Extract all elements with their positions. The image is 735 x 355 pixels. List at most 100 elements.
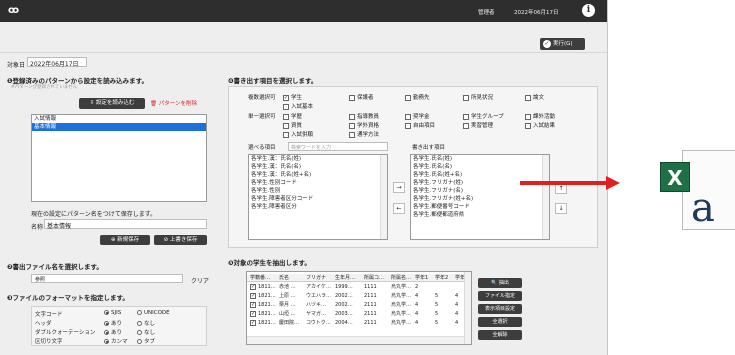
multi-select-label: 複数選択可 bbox=[248, 95, 276, 101]
horizontal-scrollbar[interactable] bbox=[247, 336, 465, 344]
move-down-button[interactable]: ↓ bbox=[555, 203, 567, 214]
radio-comma[interactable]: カンマ bbox=[104, 337, 128, 345]
file-specify-button[interactable]: ファイル指定 bbox=[478, 291, 522, 301]
search-input[interactable]: 検索ワードを入力 bbox=[288, 142, 388, 151]
list-item[interactable]: 各学生.氏名(名) bbox=[411, 163, 549, 171]
file-letter: a bbox=[691, 185, 715, 231]
checkbox-free-items[interactable]: 自由項目 bbox=[405, 121, 435, 129]
section2-title: ❷書出ファイル名を選択します。 bbox=[7, 263, 103, 271]
checkbox-thesis[interactable]: 論文 bbox=[525, 93, 544, 101]
checkbox-guardian[interactable]: 保護者 bbox=[349, 93, 374, 101]
table-row[interactable]: ✓ 1821… 栗月 … ハヅキ… 2002… 2111 烏丸学… 4 5 4 bbox=[247, 301, 471, 309]
section5-title: ❺対象の学生を抽出します。 bbox=[228, 259, 311, 267]
checkbox-admission-basic[interactable]: 入試基本 bbox=[283, 102, 313, 110]
deselect-all-button[interactable]: 全解除 bbox=[478, 330, 522, 340]
table-row[interactable]: ✓ 1811… 赤池 … アカイケ… 1999… 1111 烏丸学… 2 bbox=[247, 283, 471, 291]
format-label: 文字コード bbox=[35, 312, 63, 318]
list-item[interactable]: 各学生.性別 bbox=[249, 187, 387, 195]
target-date-label: 対象日 bbox=[7, 62, 26, 69]
section3-title: ❸ファイルのフォーマットを指定します。 bbox=[7, 294, 129, 302]
radio-header-yes[interactable]: あり bbox=[104, 319, 122, 327]
checkbox-advisor[interactable]: 指導教員 bbox=[349, 112, 379, 120]
clear-button[interactable]: クリア bbox=[191, 276, 209, 285]
list-item[interactable]: 各学生.漢：氏名(姓+名) bbox=[249, 171, 387, 179]
checkbox-student[interactable]: ✓ 学生 bbox=[283, 93, 302, 101]
format-label: 区切り文字 bbox=[35, 339, 63, 345]
checkbox-education[interactable]: 学歴 bbox=[283, 112, 302, 120]
export-items-panel: 複数選択可 ✓ 学生 保護者 勤務先 所見状況 論文 入試基本 単一選択可 学歴 … bbox=[228, 86, 598, 248]
extract-button[interactable]: 🔍 抽出 bbox=[478, 278, 522, 288]
checkbox-extracurricular[interactable]: 課外活動 bbox=[525, 112, 555, 120]
scrollbar[interactable] bbox=[464, 272, 471, 344]
checkbox-external-qual[interactable]: 学外資格 bbox=[349, 121, 379, 129]
radio-sjis[interactable]: SJIS bbox=[104, 310, 121, 316]
remove-item-button[interactable]: ← bbox=[393, 203, 405, 214]
load-settings-button[interactable]: ⇩ 設定を読み込む bbox=[79, 98, 145, 109]
checkbox-practicum[interactable]: 実習管理 bbox=[463, 121, 493, 129]
checkbox-commute[interactable]: 通学方法 bbox=[349, 130, 379, 138]
trash-icon: 🗑 bbox=[150, 101, 159, 107]
select-all-button[interactable]: 全選択 bbox=[478, 317, 522, 327]
list-item[interactable]: 各学生.フリガナ(姓+名) bbox=[411, 195, 549, 203]
top-bar: ꝏ 管理者 2022年06月17日 i bbox=[0, 0, 607, 22]
excel-file-icon: a X bbox=[660, 140, 735, 231]
save-prompt: 現在の設定にパターン名をつけて保存します。 bbox=[31, 211, 157, 218]
format-panel: 文字コード SJIS UNICODE ヘッダ あり なし ダブルクォーテーション… bbox=[31, 306, 207, 346]
table-row[interactable]: ✓ 1821… 山垣 … ヤマガ… 2003… 2111 烏丸学… 4 5 4 bbox=[247, 310, 471, 318]
radio-quote-yes[interactable]: あり bbox=[104, 328, 122, 336]
list-item[interactable]: 各学生.漢：氏名(名) bbox=[249, 163, 387, 171]
format-label: ダブルクォーテーション bbox=[35, 330, 96, 336]
info-icon[interactable]: i bbox=[582, 4, 595, 17]
checkbox-admission-multi[interactable]: 入試併願 bbox=[283, 130, 313, 138]
single-select-label: 単一選択可 bbox=[248, 114, 276, 120]
list-item[interactable]: 入試情報 bbox=[32, 115, 206, 123]
search-icon: 🔍 bbox=[491, 280, 499, 286]
format-label: ヘッダ bbox=[35, 321, 52, 327]
scrollbar[interactable] bbox=[380, 155, 387, 239]
scrollbar[interactable] bbox=[542, 155, 549, 239]
radio-quote-no[interactable]: なし bbox=[137, 328, 155, 336]
export-items-list[interactable]: 各学生.氏名(姓) 各学生.氏名(名) 各学生.氏名(姓+名) 各学生.フリガナ… bbox=[410, 154, 550, 240]
list-item[interactable]: 各学生.障害者区分コード bbox=[249, 195, 387, 203]
available-items-list[interactable]: 各学生.漢：氏名(姓) 各学生.漢：氏名(名) 各学生.漢：氏名(姓+名) 各学… bbox=[248, 154, 388, 240]
header-date: 2022年06月17日 bbox=[514, 10, 559, 16]
check-icon: ✓ bbox=[543, 39, 551, 48]
list-item-selected[interactable]: 基本情報 bbox=[32, 123, 206, 131]
checkbox-scholarship[interactable]: 奨学金 bbox=[405, 112, 430, 120]
display-settings-button[interactable]: 表示項目設定 bbox=[478, 304, 522, 314]
checkbox-admission-result[interactable]: 入試結果 bbox=[525, 121, 555, 129]
radio-tab[interactable]: タブ bbox=[137, 337, 155, 345]
list-item[interactable]: 各学生.郵便都道府県 bbox=[411, 211, 549, 219]
list-item[interactable]: 各学生.氏名(姓) bbox=[411, 155, 549, 163]
app-window: ꝏ 管理者 2022年06月17日 i ✓ 実行(G) 対象日 2022年06月1… bbox=[0, 0, 608, 355]
radio-header-no[interactable]: なし bbox=[137, 319, 155, 327]
file-name-field[interactable]: 参照 bbox=[31, 274, 183, 283]
checkbox-findings[interactable]: 所見状況 bbox=[463, 93, 493, 101]
list-item[interactable]: 各学生.郵便番号コード bbox=[411, 203, 549, 211]
overwrite-save-button[interactable]: ⊘ 上書き保存 bbox=[154, 235, 207, 245]
add-item-button[interactable]: → bbox=[393, 182, 405, 193]
checkbox-student-group[interactable]: 学生グループ bbox=[463, 112, 504, 120]
target-date-field[interactable]: 2022年06月17日 bbox=[27, 57, 87, 68]
delete-pattern-button[interactable]: 🗑 パターンを削除 bbox=[150, 99, 197, 109]
pattern-name-field[interactable]: 基本情報 bbox=[44, 219, 207, 230]
export-items-label: 書き出す項目 bbox=[412, 145, 446, 151]
run-button[interactable]: ✓ 実行(G) bbox=[540, 38, 585, 50]
new-save-button[interactable]: ⊕ 新規保存 bbox=[100, 235, 150, 245]
list-item[interactable]: 各学生.性別コード bbox=[249, 179, 387, 187]
checkbox-workplace[interactable]: 勤務先 bbox=[405, 93, 430, 101]
available-items-label: 選べる項目 bbox=[248, 145, 276, 151]
checkbox-qualities[interactable]: 資質 bbox=[283, 121, 302, 129]
student-table[interactable]: 学籍番… 氏名 フリガナ 生年月… 所属コ… 所属名… 学年1 学年2 学年 ✓… bbox=[246, 271, 472, 345]
section1-hint: ※パターンが登録されていません bbox=[11, 85, 78, 90]
list-item[interactable]: 各学生.漢：氏名(姓) bbox=[249, 155, 387, 163]
table-row[interactable]: ✓ 1821… 上原 … ウエハラ… 2002… 2111 烏丸学… 4 5 4 bbox=[247, 292, 471, 300]
radio-unicode[interactable]: UNICODE bbox=[137, 310, 170, 316]
divider bbox=[0, 52, 607, 53]
pattern-list[interactable]: 入試情報 基本情報 bbox=[31, 114, 207, 202]
list-item[interactable]: 各学生.障害者区分 bbox=[249, 203, 387, 211]
section4-title: ❹書き出す項目を選択します。 bbox=[228, 77, 318, 85]
arrow-right-icon bbox=[520, 176, 620, 190]
table-row[interactable]: ✓ 1821… 慶田院… コウトク… 2004… 2111 烏丸学… 4 5 4 bbox=[247, 319, 471, 327]
browse-button[interactable]: 参照 bbox=[35, 276, 45, 283]
